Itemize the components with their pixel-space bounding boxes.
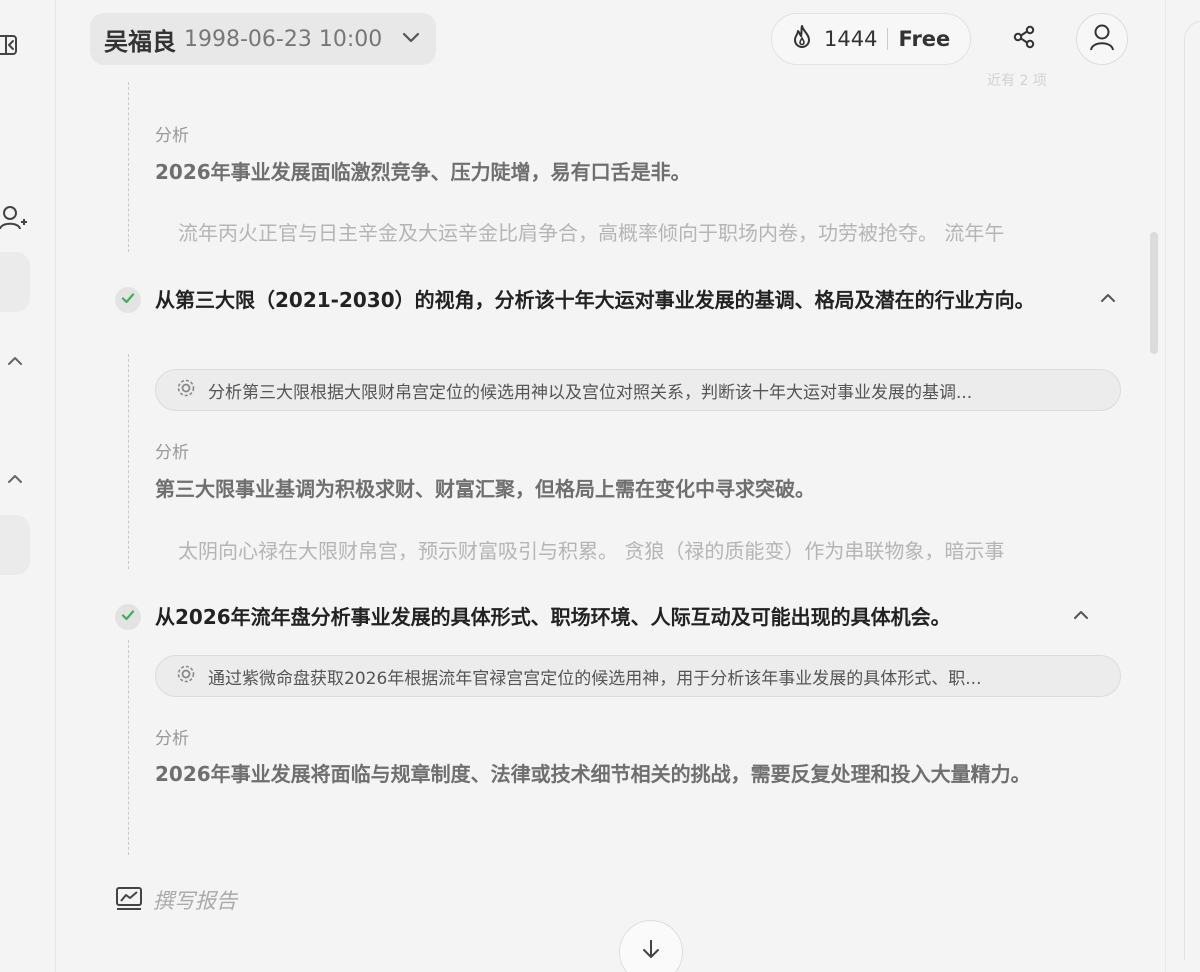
step-title: 从2026年流年盘分析事业发展的具体形式、职场环境、人际互动及可能出现的具体机会… bbox=[155, 605, 951, 629]
tool-call-text: 分析第三大限根据大限财帛宫定位的候选用神以及宫位对照关系，判断该十年大运对事业发… bbox=[208, 382, 973, 403]
tool-icon bbox=[176, 378, 196, 402]
plan-label: Free bbox=[898, 27, 951, 51]
divider bbox=[887, 28, 889, 50]
scroll-to-bottom-button[interactable] bbox=[619, 920, 683, 972]
right-panel-card bbox=[1184, 20, 1200, 960]
step-complete-check bbox=[115, 604, 141, 630]
share-icon bbox=[1011, 24, 1037, 54]
profile-name: 吴福良 bbox=[104, 27, 176, 56]
timeline-connector bbox=[128, 354, 129, 569]
sidebar-collapse-icon[interactable] bbox=[0, 33, 20, 57]
timeline-connector bbox=[128, 640, 129, 855]
write-report-step: 撰写报告 bbox=[115, 884, 237, 916]
profile-selector[interactable]: 吴福良 1998-06-23 10:00 bbox=[90, 13, 436, 65]
check-icon bbox=[120, 607, 136, 627]
step-complete-check bbox=[115, 287, 141, 313]
tool-call-pill[interactable]: 分析第三大限根据大限财帛宫定位的候选用神以及宫位对照关系，判断该十年大运对事业发… bbox=[155, 369, 1121, 411]
step-title: 从第三大限（2021-2030）的视角，分析该十年大运对事业发展的基调、格局及潜… bbox=[155, 288, 1035, 312]
tool-icon bbox=[176, 664, 196, 688]
sidebar-item[interactable] bbox=[0, 515, 30, 575]
left-sidebar bbox=[0, 0, 56, 972]
chevron-up-icon[interactable] bbox=[6, 352, 24, 370]
chart-report-icon bbox=[115, 884, 143, 916]
credits-count: 1444 bbox=[824, 27, 878, 51]
profile-datetime: 1998-06-23 10:00 bbox=[184, 26, 383, 52]
analysis-summary: 2026年事业发展面临激烈竞争、压力陡增，易有口舌是非。 bbox=[155, 160, 691, 184]
timeline-connector bbox=[128, 82, 129, 252]
write-report-label: 撰写报告 bbox=[153, 889, 237, 913]
analysis-detail: 太阴向心禄在大限财帛宫，预示财富吸引与积累。 贪狼（禄的质能变）作为串联物象，暗… bbox=[178, 539, 1005, 563]
tool-call-pill[interactable]: 通过紫微命盘获取2026年根据流年官禄宫宫定位的候选用神，用于分析该年事业发展的… bbox=[155, 655, 1121, 697]
share-button[interactable] bbox=[1007, 22, 1041, 56]
arrow-down-icon bbox=[639, 937, 663, 965]
collapsed-summary: 近有 2 项 bbox=[987, 73, 1047, 89]
main-content: 吴福良 1998-06-23 10:00 1444 Free 近有 2 项 分析… bbox=[57, 0, 1165, 972]
analysis-summary: 第三大限事业基调为积极求财、财富汇聚，但格局上需在变化中寻求突破。 bbox=[155, 477, 815, 501]
user-menu-button[interactable] bbox=[1076, 13, 1128, 65]
chevron-up-icon[interactable] bbox=[1096, 286, 1120, 310]
chevron-up-icon[interactable] bbox=[6, 470, 24, 488]
top-bar: 吴福良 1998-06-23 10:00 1444 Free 近有 2 项 bbox=[57, 0, 1165, 89]
flame-icon bbox=[790, 24, 814, 54]
analysis-label: 分析 bbox=[155, 443, 189, 463]
scrollbar-thumb[interactable] bbox=[1150, 232, 1158, 354]
add-user-icon[interactable] bbox=[0, 204, 28, 232]
analysis-summary: 2026年事业发展将面临与规章制度、法律或技术细节相关的挑战，需要反复处理和投入… bbox=[155, 762, 1031, 786]
check-icon bbox=[120, 290, 136, 310]
right-panel bbox=[1165, 0, 1200, 972]
analysis-label: 分析 bbox=[155, 126, 189, 146]
chevron-up-icon[interactable] bbox=[1069, 603, 1093, 627]
tool-call-text: 通过紫微命盘获取2026年根据流年官禄宫宫定位的候选用神，用于分析该年事业发展的… bbox=[208, 668, 982, 689]
sidebar-item[interactable] bbox=[0, 252, 30, 312]
analysis-label: 分析 bbox=[155, 729, 189, 749]
chevron-down-icon bbox=[400, 26, 422, 52]
user-icon bbox=[1088, 22, 1116, 56]
credits-badge[interactable]: 1444 Free bbox=[771, 13, 971, 65]
analysis-detail: 流年丙火正官与日主辛金及大运辛金比肩争合，高概率倾向于职场内卷，功劳被抢夺。 流… bbox=[178, 221, 1005, 245]
